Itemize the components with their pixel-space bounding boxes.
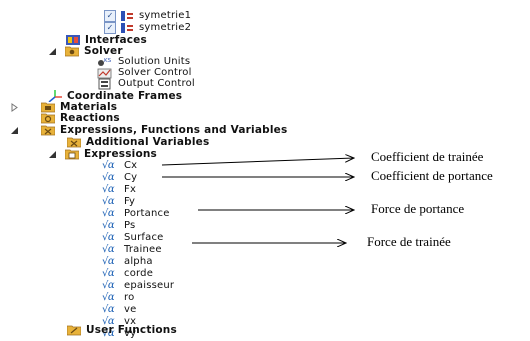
annotation-force-trainee: Force de trainée (367, 234, 451, 249)
annotation-coefficient-portance: Coefficient de portance (371, 168, 493, 183)
arrow-cx (161, 158, 354, 166)
annotation-coefficient-trainee: Coefficient de trainée (371, 149, 484, 164)
annotation-force-portance: Force de portance (371, 201, 465, 216)
